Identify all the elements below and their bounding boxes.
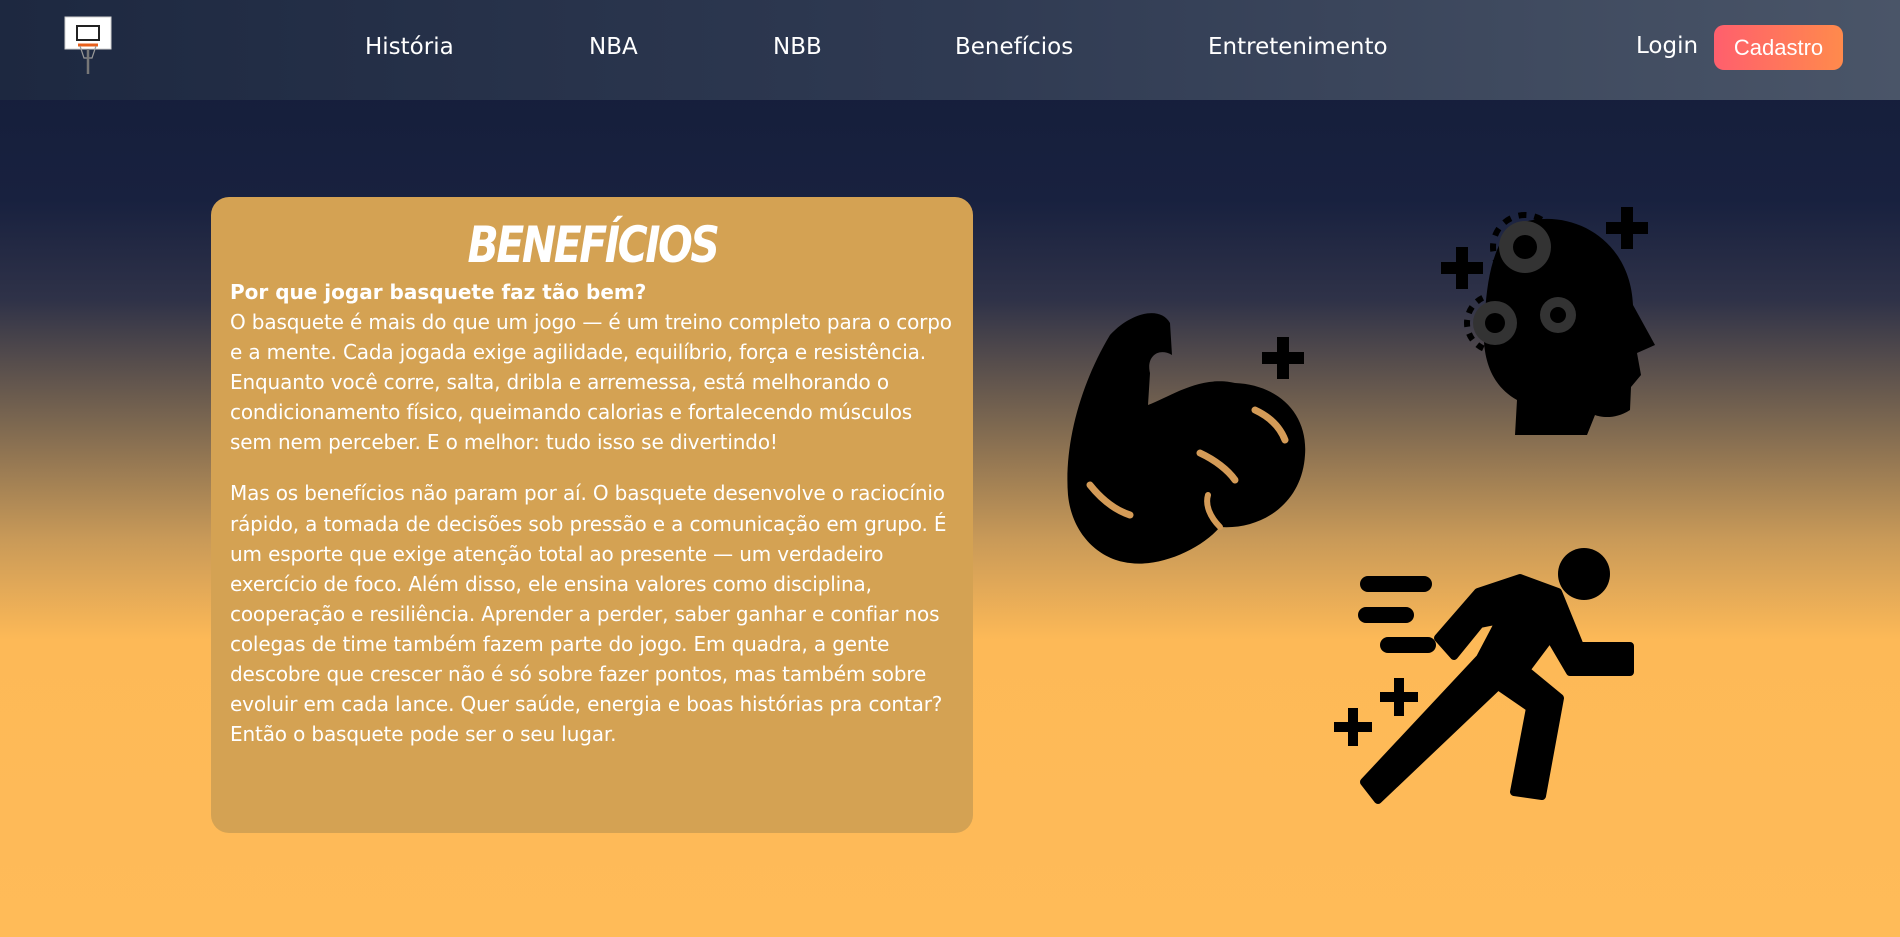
page-title: BENEFÍCIOS xyxy=(467,216,720,274)
basketball-hoop-icon[interactable] xyxy=(64,16,112,74)
nav-link-beneficios[interactable]: Benefícios xyxy=(955,34,1073,60)
benefits-paragraph-1: O basquete é mais do que um jogo — é um … xyxy=(230,310,952,455)
nav-link-nba[interactable]: NBA xyxy=(589,34,638,60)
benefits-card: BENEFÍCIOS Por que jogar basquete faz tã… xyxy=(211,197,973,833)
signup-button[interactable]: Cadastro xyxy=(1714,25,1843,70)
brain-gears-icon xyxy=(1441,207,1655,435)
running-person-icon xyxy=(1334,548,1634,804)
nav-link-entretenimento[interactable]: Entretenimento xyxy=(1208,34,1388,60)
benefits-paragraph-2: Mas os benefícios não param por aí. O ba… xyxy=(230,481,947,747)
nav-link-historia[interactable]: História xyxy=(365,34,454,60)
top-navigation-bar: História NBA NBB Benefícios Entretenimen… xyxy=(0,0,1900,100)
benefits-subtitle: Por que jogar basquete faz tão bem? xyxy=(230,280,647,304)
flexed-bicep-icon xyxy=(1067,313,1306,564)
login-link[interactable]: Login xyxy=(1636,33,1698,59)
nav-link-nbb[interactable]: NBB xyxy=(773,34,822,60)
